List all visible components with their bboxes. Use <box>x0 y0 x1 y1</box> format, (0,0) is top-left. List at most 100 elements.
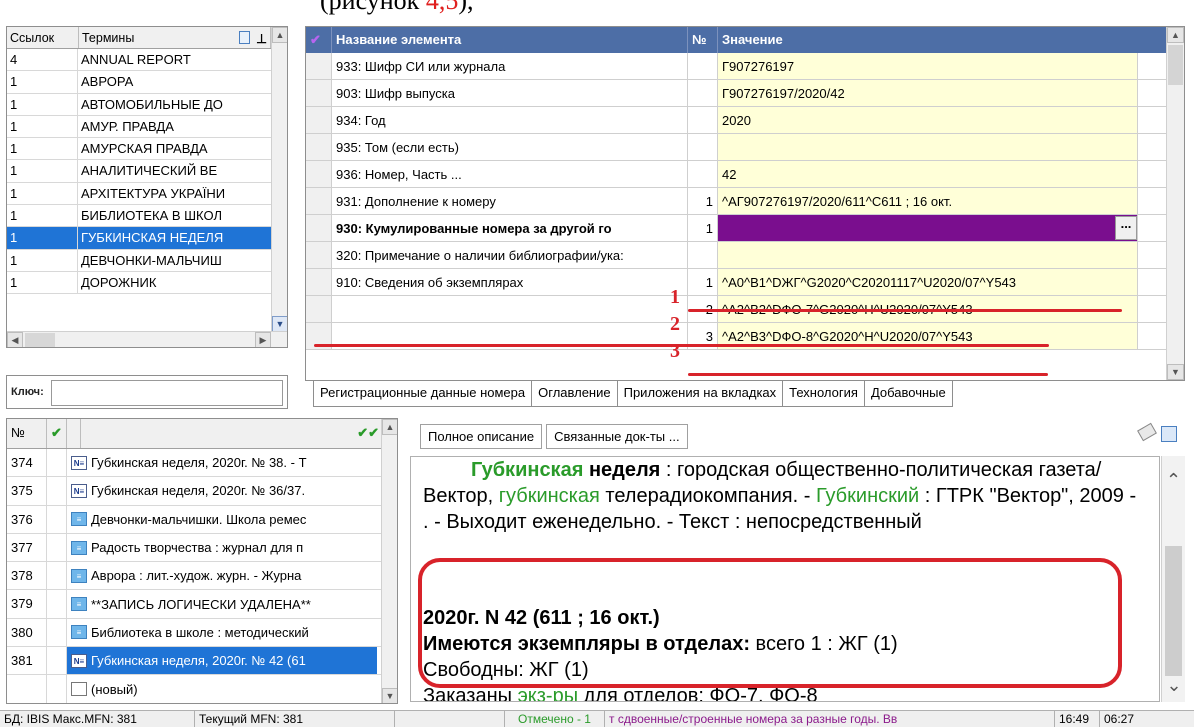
field-value[interactable]: ^АГ907276197/2020/611^С611 ; 16 окт. <box>718 188 1138 214</box>
field-row[interactable]: 933: Шифр СИ или журнала Г907276197 <box>306 53 1184 80</box>
key-row: Ключ: <box>6 375 288 409</box>
term-row[interactable]: 1 АМУРСКАЯ ПРАВДА <box>7 138 287 161</box>
record-row[interactable]: 374 N≡ Губкинская неделя, 2020г. № 38. - Т <box>7 449 397 478</box>
record-row[interactable]: (новый) <box>7 675 397 703</box>
col-header-terms-label: Термины <box>82 31 135 45</box>
hscroll-thumb[interactable] <box>25 333 55 347</box>
tab-full-description[interactable]: Полное описание <box>420 424 543 449</box>
term-row[interactable]: 1 АМУР. ПРАВДА <box>7 115 287 139</box>
record-check[interactable] <box>47 618 67 647</box>
record-row[interactable]: 380 ≡ Библиотека в школе : методический <box>7 618 397 648</box>
scroll-down-icon[interactable]: ▼ <box>1167 364 1184 380</box>
field-value[interactable] <box>718 242 1138 268</box>
term-row[interactable]: 1 АНАЛИТИЧЕСКИЙ ВЕ <box>7 160 287 183</box>
record-check[interactable] <box>47 590 67 618</box>
record-row[interactable]: 377 ≡ Радость творчества : журнал для п <box>7 533 397 563</box>
field-value[interactable]: ^A0^B1^DЖГ^G2020^C20201117^U2020/07^Y543 <box>718 269 1138 295</box>
double-check-icon[interactable]: ✔✔ <box>81 419 383 448</box>
record-check[interactable] <box>47 675 67 703</box>
field-name: 936: Номер, Часть ... <box>332 161 688 187</box>
scroll-up-icon[interactable]: ▲ <box>382 419 397 435</box>
field-row[interactable]: 935: Том (если есть) <box>306 134 1184 161</box>
scroll-right-icon[interactable]: ▶ <box>255 332 271 347</box>
field-row[interactable]: 930: Кумулированные номера за другой го 1… <box>306 215 1184 242</box>
grid-vscroll[interactable]: ▲ ▼ <box>1166 27 1184 380</box>
field-row[interactable]: 903: Шифр выпуска Г907276197/2020/42 <box>306 80 1184 107</box>
desc-scroll-thumb[interactable] <box>1165 546 1182 676</box>
issue-icon: N≡ <box>71 455 87 470</box>
field-row[interactable]: 931: Дополнение к номеру 1 ^АГ907276197/20… <box>306 188 1184 215</box>
key-input[interactable] <box>51 380 283 406</box>
scroll-left-icon[interactable]: ◀ <box>7 332 23 347</box>
record-check[interactable] <box>47 505 67 533</box>
scroll-down-icon[interactable]: ▼ <box>272 316 287 332</box>
row-marker <box>306 107 332 133</box>
field-row[interactable]: 320: Примечание о наличии библиографии/у… <box>306 242 1184 269</box>
record-row[interactable]: 379 ≡ **ЗАПИСЬ ЛОГИЧЕСКИ УДАЛЕНА** <box>7 590 397 619</box>
scroll-up-icon[interactable]: ▲ <box>1167 27 1184 43</box>
term-row[interactable]: 1 БИБЛИОТЕКА В ШКОЛ <box>7 205 287 228</box>
record-title: Губкинская неделя, 2020г. № 42 (61 <box>91 653 306 669</box>
term-label: ANNUAL REPORT <box>81 52 191 67</box>
field-value[interactable] <box>718 134 1138 160</box>
tag-icon[interactable] <box>1137 422 1157 442</box>
chevron-up-icon[interactable]: ⌃ <box>1162 456 1185 506</box>
field-row[interactable]: 910: Сведения об экземплярах 1 ^A0^B1^DЖГ^… <box>306 269 1184 296</box>
term-row[interactable]: 1 АРХІТЕКТУРА УКРАЇНИ <box>7 182 287 206</box>
record-check[interactable] <box>47 449 67 477</box>
col-header-num[interactable]: № <box>688 27 718 53</box>
term-row[interactable]: 1 АВРОРА <box>7 71 287 94</box>
field-value[interactable]: Г907276197 <box>718 53 1138 79</box>
field-grid: ✔ Название элемента № Значение 933: Шифр… <box>305 26 1185 381</box>
record-check[interactable] <box>47 562 67 590</box>
term-row[interactable]: 1 ДОРОЖНИК <box>7 271 287 295</box>
term-row[interactable]: 4 ANNUAL REPORT <box>7 49 287 72</box>
field-num <box>688 53 718 79</box>
term-row[interactable]: 1 ГУБКИНСКАЯ НЕДЕЛЯ <box>7 227 287 250</box>
field-value[interactable]: ... <box>718 215 1138 241</box>
check-green-icon[interactable]: ✔ <box>47 419 67 448</box>
col-header-no[interactable]: № <box>7 419 47 448</box>
tab-linked-docs[interactable]: Связанные док-ты ... <box>546 424 688 449</box>
copy-docs-icon[interactable] <box>1161 426 1177 442</box>
terms-vscroll[interactable]: ▲ ▼ <box>271 27 287 332</box>
record-row[interactable]: 376 ≡ Девчонки-мальчишки. Школа ремес <box>7 505 397 534</box>
field-value[interactable]: 42 <box>718 161 1138 187</box>
field-value[interactable]: Г907276197/2020/42 <box>718 80 1138 106</box>
record-row[interactable]: 378 ≡ Аврора : лит.-худож. журн. - Журна <box>7 562 397 591</box>
grid-scroll-thumb[interactable] <box>1168 45 1183 85</box>
tab-record-3[interactable]: Технология <box>782 381 865 407</box>
terms-hscroll[interactable]: ◀ ▶ <box>7 331 287 347</box>
record-row[interactable]: 375 N≡ Губкинская неделя, 2020г. № 36/37. <box>7 477 397 506</box>
pin-icon[interactable]: ⊥ <box>256 31 267 46</box>
ellipsis-button[interactable]: ... <box>1115 216 1137 240</box>
record-row[interactable]: 381 N≡ Губкинская неделя, 2020г. № 42 (61 <box>7 647 397 676</box>
tab-record-2[interactable]: Приложения на вкладках <box>616 381 784 407</box>
tab-record-1[interactable]: Оглавление <box>531 381 618 407</box>
record-check[interactable] <box>47 477 67 505</box>
tab-record-4[interactable]: Добавочные <box>863 381 953 407</box>
record-title: Библиотека в школе : методический <box>91 624 309 640</box>
description-vscroll[interactable]: ⌃ ⌄ <box>1161 456 1185 702</box>
field-row[interactable]: 936: Номер, Часть ... 42 <box>306 161 1184 188</box>
record-check[interactable] <box>47 647 67 675</box>
field-num <box>688 242 718 268</box>
page-caption: (рисунок 4,5), <box>320 0 474 15</box>
field-value[interactable]: 2020 <box>718 107 1138 133</box>
scroll-down-icon[interactable]: ▼ <box>382 688 397 703</box>
field-row[interactable]: 934: Год 2020 <box>306 107 1184 134</box>
tab-record-0[interactable]: Регистрационные данные номера <box>313 381 533 407</box>
col-header-value[interactable]: Значение <box>718 27 1138 53</box>
scroll-up-icon[interactable]: ▲ <box>272 27 287 43</box>
term-row[interactable]: 1 ДЕВЧОНКИ-МАЛЬЧИШ <box>7 249 287 272</box>
field-name: 930: Кумулированные номера за другой го <box>332 215 688 241</box>
list-vscroll[interactable]: ▲ ▼ <box>381 419 397 703</box>
document-icon[interactable] <box>239 31 251 44</box>
term-row[interactable]: 1 АВТОМОБИЛЬНЫЕ ДО <box>7 93 287 116</box>
chevron-down-icon[interactable]: ⌄ <box>1162 675 1186 696</box>
record-check[interactable] <box>47 533 67 562</box>
col-header-name[interactable]: Название элемента <box>332 27 688 53</box>
checkmark-icon[interactable]: ✔ <box>306 27 332 53</box>
col-header-links[interactable]: Ссылок <box>7 27 79 48</box>
col-header-terms[interactable]: Термины ⊥ <box>79 27 271 48</box>
